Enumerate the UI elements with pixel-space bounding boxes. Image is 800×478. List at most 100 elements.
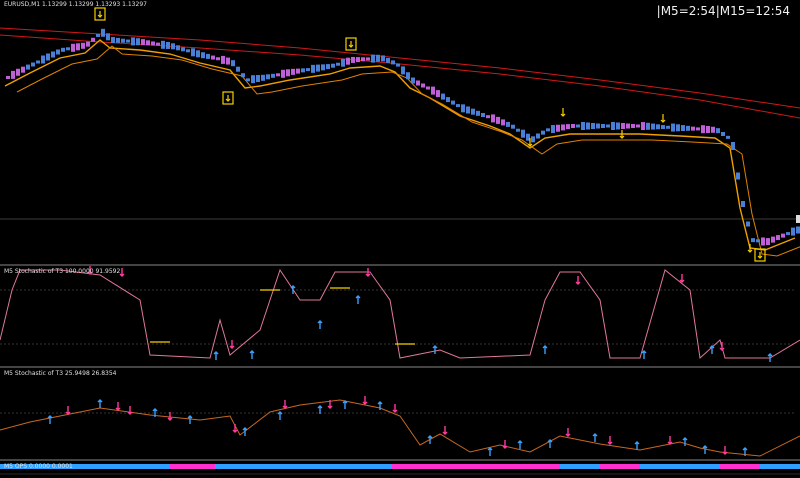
candle [731,142,735,150]
candle [486,115,490,119]
ops-bar-segment [640,464,720,469]
candle [676,124,680,132]
ma-orange-line [4,39,796,251]
candle [551,125,555,134]
candle [391,60,395,65]
price-axis-marker [796,215,800,223]
arrow-up-icon [277,411,283,420]
ops-bar-segment [392,464,465,469]
candle [666,125,670,129]
arrow-up-icon [709,345,715,354]
candle [266,74,270,80]
candle [481,113,485,117]
chart-window[interactable]: EURUSD,M1 1.13299 1.13299 1.13293 1.1329… [0,0,800,478]
candle [106,33,110,41]
arrow-up-icon [187,415,193,424]
candle [56,49,60,55]
candle [331,63,335,68]
candle [41,55,45,64]
arrow-up-icon [517,440,523,449]
candle [631,124,635,128]
candle [281,69,285,78]
candle [716,128,720,134]
candle [536,133,540,139]
candle [771,236,775,243]
candle [341,58,345,67]
candle [696,127,700,131]
candle [306,68,310,72]
candle [701,125,705,134]
candle [671,123,675,132]
candle [176,45,180,51]
candle [291,68,295,75]
candle [336,62,340,66]
candle [21,66,25,73]
candle [101,28,105,37]
arrow-up-icon [682,437,688,446]
candle [46,53,50,61]
candle [146,40,150,46]
candle [166,41,170,49]
candle [641,122,645,131]
candle [721,132,725,136]
candle [66,47,70,51]
candle [796,226,800,234]
arrow-down-icon [119,268,125,277]
ops-bar-segment [465,464,560,469]
stochastic-line [0,268,800,359]
candle [596,123,600,129]
arrow-up-icon [317,320,323,329]
candle [51,51,55,58]
signal-arrow-icon [560,108,566,117]
candle [451,100,455,105]
candle [91,37,95,42]
candle [6,75,10,79]
candle [751,238,755,243]
candle [156,42,160,46]
candle [656,124,660,130]
candle [261,74,265,81]
ops-bar-segment [560,464,600,469]
arrow-up-icon [213,351,219,360]
arrow-down-icon [362,396,368,405]
candle [406,72,410,80]
candle [126,39,130,43]
arrow-down-icon [127,406,133,415]
arrow-down-icon [667,436,673,445]
candle [501,119,505,126]
candle [161,40,165,49]
candle [411,77,415,84]
candle [226,57,230,65]
candle [791,227,795,236]
signal-arrow-icon [225,95,231,102]
candle [461,104,465,113]
candle [241,73,245,78]
candle [401,66,405,75]
ops-bar-segment [170,464,215,469]
candle [636,124,640,128]
arrow-down-icon [502,440,508,449]
signal-arrow-icon [660,114,666,123]
signal-arrow-icon [97,11,103,18]
candle [236,66,240,72]
candle [346,57,350,65]
candle [171,43,175,50]
arrow-up-icon [487,447,493,456]
candle [96,33,100,37]
candle [581,122,585,130]
arrow-down-icon [722,446,728,455]
chart-canvas[interactable] [0,0,800,478]
candle [116,37,120,43]
candle [231,60,235,67]
candle [766,238,770,246]
candle [466,106,470,114]
candle [211,55,215,60]
candle [756,239,760,243]
candle [441,93,445,100]
candle [776,235,780,241]
arrow-up-icon [641,350,647,359]
candle [221,55,225,64]
candle [566,124,570,130]
candle [81,42,85,49]
candle [361,57,365,62]
